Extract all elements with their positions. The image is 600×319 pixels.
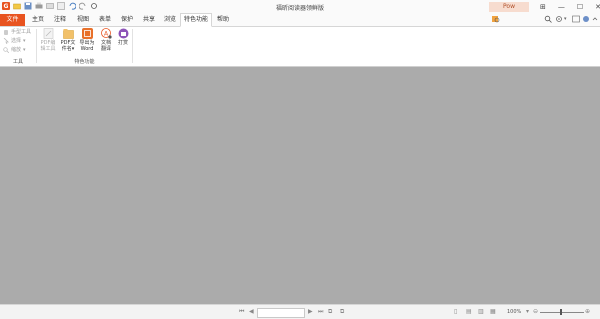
chevron-down-icon: ▾ [23, 46, 26, 53]
pdf-rename-tool[interactable]: PDF文 件名▾ [59, 28, 77, 52]
pdf-edit-icon [43, 28, 54, 39]
zoom-dropdown-icon[interactable]: ▾ [526, 308, 529, 316]
collapse-ribbon-icon[interactable] [572, 15, 580, 23]
zoom-level: 100% [507, 309, 522, 315]
zoom-slider[interactable] [540, 312, 584, 313]
hand-tool-label: 手型工具 [11, 29, 32, 35]
tab-file[interactable]: 文件 [0, 14, 25, 26]
page-number-input[interactable] [257, 308, 305, 318]
select-tool[interactable]: 选择 ▾ [3, 37, 26, 44]
zoom-icon [3, 46, 10, 53]
translate-icon: A [100, 28, 112, 39]
export-word-label-line2: Word [80, 46, 94, 52]
settings-icon[interactable] [555, 15, 563, 23]
tab-home[interactable]: 主页 [27, 14, 49, 26]
restore-mode-icon[interactable]: ⊞ [540, 2, 546, 12]
select-tool-label: 选择 [11, 38, 22, 44]
export-word-icon [81, 28, 93, 39]
ribbon-minimize-icon[interactable] [591, 15, 599, 23]
last-page-icon[interactable]: ⏭ [318, 308, 323, 316]
group-divider [132, 29, 133, 63]
minimize-icon[interactable]: — [558, 2, 565, 12]
features-group: PDF编 辑工具 PDF文 件名▾ 导出为 Word A 文档 翻译 打赏 特色… [37, 27, 132, 66]
tab-form[interactable]: 表单 [94, 14, 116, 26]
tools-group: 手型工具 选择 ▾ 缩放 ▾ 工具 [0, 27, 36, 66]
next-page-icon[interactable]: ▶ [308, 308, 313, 316]
chevron-down-icon: ▾ [23, 37, 26, 44]
reward-tool[interactable]: 打赏 [114, 28, 132, 46]
facing-icon[interactable]: ▥ [478, 308, 484, 316]
hand-tool[interactable]: 手型工具 [3, 28, 31, 35]
folder-icon [62, 28, 74, 39]
zoom-tool-label: 缩放 [11, 47, 22, 53]
tab-browse[interactable]: 浏览 [160, 14, 180, 26]
reward-label: 打赏 [117, 40, 128, 46]
continuous-icon[interactable]: ▤ [466, 308, 472, 316]
chevron-down-icon: ▾ [71, 46, 75, 52]
zoom-slider-thumb[interactable] [560, 309, 562, 315]
back-view-icon[interactable]: ⧉ [328, 308, 332, 316]
chevron-down-icon[interactable]: ▾ [564, 14, 567, 24]
single-page-icon[interactable]: ▯ [454, 308, 457, 316]
window-controls: ⊞ — ☐ ✕ [540, 2, 600, 12]
tools-group-label: 工具 [12, 59, 23, 65]
reward-icon [118, 28, 129, 39]
export-word-tool[interactable]: 导出为 Word [78, 28, 96, 52]
translate-tool[interactable]: A 文档 翻译 [97, 28, 115, 52]
pdf-editor-tool[interactable]: PDF编 辑工具 [39, 28, 57, 52]
first-page-icon[interactable]: ⏮ [239, 308, 244, 316]
document-canvas[interactable] [0, 67, 600, 304]
hand-icon [3, 29, 9, 35]
pdf-editor-label-line2: 辑工具 [40, 46, 56, 52]
tab-help[interactable]: 帮助 [212, 14, 234, 26]
pdf-rename-label-line2: 件名▾ [61, 46, 75, 52]
forward-view-icon[interactable]: ⧉ [340, 308, 344, 316]
zoom-tool[interactable]: 缩放 ▾ [3, 46, 26, 53]
ribbon: 手型工具 选择 ▾ 缩放 ▾ 工具 PDF编 辑工具 PDF文 件名▾ 导出为 … [0, 27, 600, 67]
search-icon[interactable] [544, 15, 552, 23]
close-icon[interactable]: ✕ [595, 2, 600, 12]
ribbon-tabs: 文件 主页 注释 视图 表单 保护 共享 浏览 特色功能 帮助 查找 ▾ [0, 13, 600, 39]
select-icon [3, 37, 9, 44]
maximize-icon[interactable]: ☐ [577, 2, 583, 12]
help-icon[interactable] [582, 15, 590, 23]
tab-view[interactable]: 视图 [72, 14, 94, 26]
title-bar: G 福昕阅读器领鲜版 Pow ⊞ — ☐ ✕ [0, 0, 600, 14]
features-group-label: 特色功能 [74, 59, 95, 65]
continuous-facing-icon[interactable]: ▦ [490, 308, 496, 316]
translate-label-line2: 翻译 [100, 46, 111, 52]
pro-button[interactable]: Pow [489, 2, 529, 12]
zoom-out-icon[interactable]: ⊖ [533, 308, 538, 316]
tab-share[interactable]: 共享 [138, 14, 160, 26]
prev-page-icon[interactable]: ◀ [249, 308, 254, 316]
zoom-in-icon[interactable]: ⊕ [585, 308, 590, 316]
tab-features[interactable]: 特色功能 [180, 13, 212, 27]
tab-comment[interactable]: 注释 [49, 14, 71, 26]
status-bar: ⏮ ◀ ▶ ⏭ ⧉ ⧉ ▯ ▤ ▥ ▦ 100% ▾ ⊖ ⊕ [0, 304, 600, 319]
search-options-icon[interactable] [492, 15, 500, 23]
tab-protect[interactable]: 保护 [116, 14, 138, 26]
